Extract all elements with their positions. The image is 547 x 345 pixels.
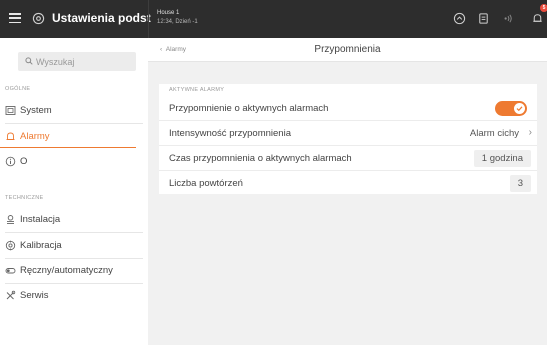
notification-badge[interactable]: 5: [540, 4, 547, 12]
topbar-divider: [148, 0, 149, 38]
row-label: Liczba powtórzeń: [169, 178, 243, 189]
row-reminder-intensity[interactable]: Intensywność przypomnienia Alarm cichy ›: [159, 121, 537, 146]
row-label: Przypomnienie o aktywnych alarmach: [169, 103, 329, 114]
check-icon: [516, 106, 523, 112]
sidebar: OGÓLNE System Alarmy O TECHNICZNE Instal…: [0, 38, 148, 345]
document-icon[interactable]: [477, 12, 490, 25]
house-name: House 1: [157, 10, 180, 16]
bell-notification-icon[interactable]: [531, 12, 544, 25]
page-header: ‹ Alarmy Przypomnienia: [148, 38, 547, 62]
service-icon: [6, 290, 16, 300]
divider: [5, 258, 143, 259]
hamburger-menu-icon[interactable]: [9, 13, 21, 23]
reminder-time-field[interactable]: 1 godzina: [473, 150, 531, 167]
sidebar-item-label: Serwis: [20, 290, 49, 301]
date-time: 12:34, Dzień -1: [157, 19, 198, 25]
page-title: Przypomnienia: [314, 44, 381, 55]
section-title-general: OGÓLNE: [5, 86, 31, 92]
sidebar-item-o[interactable]: O: [0, 151, 148, 173]
sidebar-item-label: O: [20, 156, 28, 167]
system-icon: [5, 106, 16, 115]
calibration-icon: [5, 240, 16, 251]
search-icon: [25, 57, 33, 65]
app-title: Ustawienia podst: [52, 11, 151, 25]
sidebar-item-system[interactable]: System: [0, 100, 148, 122]
reminder-toggle[interactable]: [495, 101, 527, 116]
sidebar-item-label: Kalibracja: [20, 240, 62, 251]
settings-logo-icon: [32, 12, 45, 25]
bell-icon: [6, 132, 15, 140]
row-reminder-time[interactable]: Czas przypomnienia o aktywnych alarmach …: [159, 146, 537, 171]
home-icon[interactable]: [453, 12, 466, 25]
sidebar-item-label: Instalacja: [20, 214, 61, 225]
row-label: Intensywność przypomnienia: [169, 128, 291, 139]
divider: [5, 283, 143, 284]
row-label: Czas przypomnienia o aktywnych alarmach: [169, 153, 352, 164]
sidebar-item-serwis[interactable]: Serwis: [0, 285, 148, 307]
toggle-knob: [514, 103, 525, 114]
main-content: ‹ Alarmy Przypomnienia AKTYWNE ALARMY Pr…: [148, 38, 547, 345]
top-bar: Ustawienia podst House 1 12:34, Dzień -1…: [0, 0, 547, 38]
section-title-technical: TECHNICZNE: [5, 195, 44, 201]
sidebar-item-alarmy[interactable]: Alarmy: [0, 126, 148, 148]
installation-icon: [7, 215, 14, 224]
sidebar-item-kalibracja[interactable]: Kalibracja: [0, 235, 148, 257]
divider: [5, 123, 143, 124]
sidebar-item-label: Ręczny/automatyczny: [20, 265, 113, 276]
row-reminder-active-alarms[interactable]: Przypomnienie o aktywnych alarmach: [159, 96, 537, 121]
divider: [5, 232, 143, 233]
sidebar-item-instalacja[interactable]: Instalacja: [0, 209, 148, 231]
sidebar-item-label: System: [20, 105, 52, 116]
info-icon: [5, 156, 16, 167]
manual-auto-icon: [5, 268, 16, 274]
sidebar-item-label: Alarmy: [20, 131, 50, 142]
group-title: AKTYWNE ALARMY: [169, 87, 225, 93]
row-repeat-count[interactable]: Liczba powtórzeń 3: [159, 171, 537, 196]
signal-icon[interactable]: [501, 12, 514, 25]
repeat-count-field[interactable]: 3: [509, 175, 531, 192]
sidebar-item-reczny-automatyczny[interactable]: Ręczny/automatyczny: [0, 260, 148, 282]
search-input[interactable]: [36, 55, 132, 68]
intensity-value: Alarm cichy: [469, 128, 519, 139]
search-box[interactable]: [18, 52, 136, 71]
chevron-right-icon: ›: [528, 127, 532, 138]
